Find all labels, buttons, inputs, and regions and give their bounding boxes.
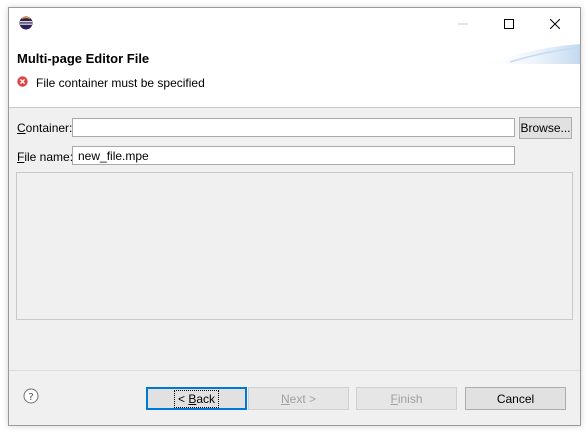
title-bar [9, 8, 580, 39]
editor-options-area [16, 172, 573, 320]
container-label: Container: [17, 121, 73, 135]
wizard-dialog: Multi-page Editor File File container mu… [8, 7, 581, 426]
filename-input[interactable] [72, 146, 515, 165]
wizard-banner-graphic [480, 44, 580, 64]
finish-button-label: Finish [390, 391, 423, 406]
help-icon[interactable]: ? [23, 388, 39, 404]
error-icon [17, 75, 28, 87]
button-bar-separator [9, 370, 580, 371]
next-button-label: Next > [280, 391, 317, 406]
maximize-button[interactable] [486, 8, 532, 39]
finish-button[interactable]: Finish [356, 387, 457, 410]
next-button[interactable]: Next > [248, 387, 349, 410]
eclipse-icon [19, 16, 33, 30]
error-message-text: File container must be specified [36, 76, 205, 90]
close-icon [550, 18, 560, 29]
maximize-icon [504, 18, 514, 29]
close-button[interactable] [532, 8, 578, 39]
minimize-icon [458, 23, 468, 24]
container-input[interactable] [72, 118, 515, 137]
back-button[interactable]: < Back [146, 387, 247, 410]
page-title: Multi-page Editor File [17, 51, 150, 66]
cancel-button[interactable]: Cancel [465, 387, 566, 410]
minimize-button[interactable] [440, 8, 486, 39]
wizard-header: Multi-page Editor File File container mu… [9, 39, 580, 108]
error-message: File container must be specified [17, 75, 205, 90]
browse-button[interactable]: Browse... [519, 117, 572, 139]
svg-text:?: ? [28, 392, 33, 403]
back-button-label: < Back [173, 389, 220, 408]
filename-label: File name: [17, 150, 74, 164]
